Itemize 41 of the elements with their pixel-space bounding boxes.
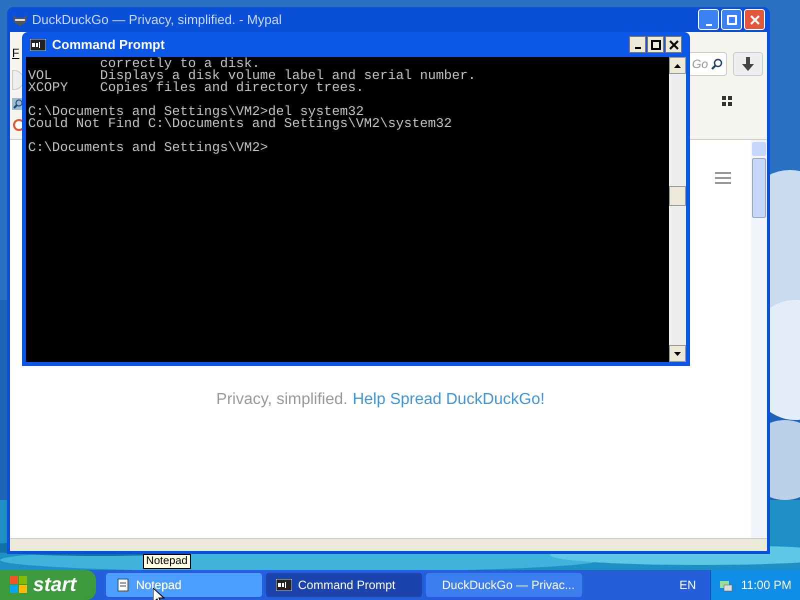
console-line: XCOPY Copies files and directory trees. xyxy=(28,83,365,95)
notepad-icon xyxy=(116,578,130,592)
windows-flag-icon xyxy=(10,576,28,594)
tooltip: Notepad xyxy=(143,554,191,569)
minimize-button[interactable] xyxy=(629,36,646,53)
minimize-icon xyxy=(706,24,712,26)
menu-icon[interactable] xyxy=(715,172,731,184)
scrollbar[interactable] xyxy=(751,140,767,538)
download-button[interactable] xyxy=(733,52,763,76)
scrollbar[interactable] xyxy=(669,57,686,362)
console-line: C:\Documents and Settings\VM2> xyxy=(28,143,269,155)
start-button[interactable]: start xyxy=(0,570,96,600)
window-title: Command Prompt xyxy=(52,36,166,54)
help-link[interactable]: Help Spread DuckDuckGo! xyxy=(352,388,545,412)
close-icon xyxy=(750,14,760,24)
taskbar-button[interactable]: Command Prompt xyxy=(266,573,422,597)
maximize-icon xyxy=(650,40,660,50)
up-arrow-icon xyxy=(674,64,681,68)
console-icon xyxy=(276,579,292,591)
close-icon xyxy=(668,40,678,50)
raccoon-icon xyxy=(12,12,28,26)
maximize-icon xyxy=(726,14,736,24)
menu-item[interactable]: F xyxy=(12,44,20,62)
taskbar-button[interactable]: Notepad xyxy=(106,573,262,597)
down-arrow-icon xyxy=(742,57,754,71)
clock: 11:00 PM xyxy=(741,577,792,594)
taskbar-button[interactable]: DuckDuckGo — Privac... xyxy=(426,573,582,597)
window-title: DuckDuckGo — Privacy, simplified. - Mypal xyxy=(32,10,283,29)
grid-icon xyxy=(722,96,732,106)
close-button[interactable] xyxy=(665,36,682,53)
console-icon xyxy=(30,38,46,50)
network-icon[interactable] xyxy=(719,578,733,592)
maximize-button[interactable] xyxy=(647,36,664,53)
search-icon xyxy=(711,58,723,70)
console-line: Could Not Find C:\Documents and Settings\VM2\system32 xyxy=(28,119,453,131)
search-field[interactable]: Go xyxy=(687,52,727,76)
down-arrow-icon xyxy=(674,352,681,356)
minimize-icon xyxy=(634,47,640,49)
tagline: Privacy, simplified. xyxy=(216,390,348,410)
scroll-thumb[interactable] xyxy=(669,186,686,206)
language-indicator[interactable]: EN xyxy=(679,576,696,594)
